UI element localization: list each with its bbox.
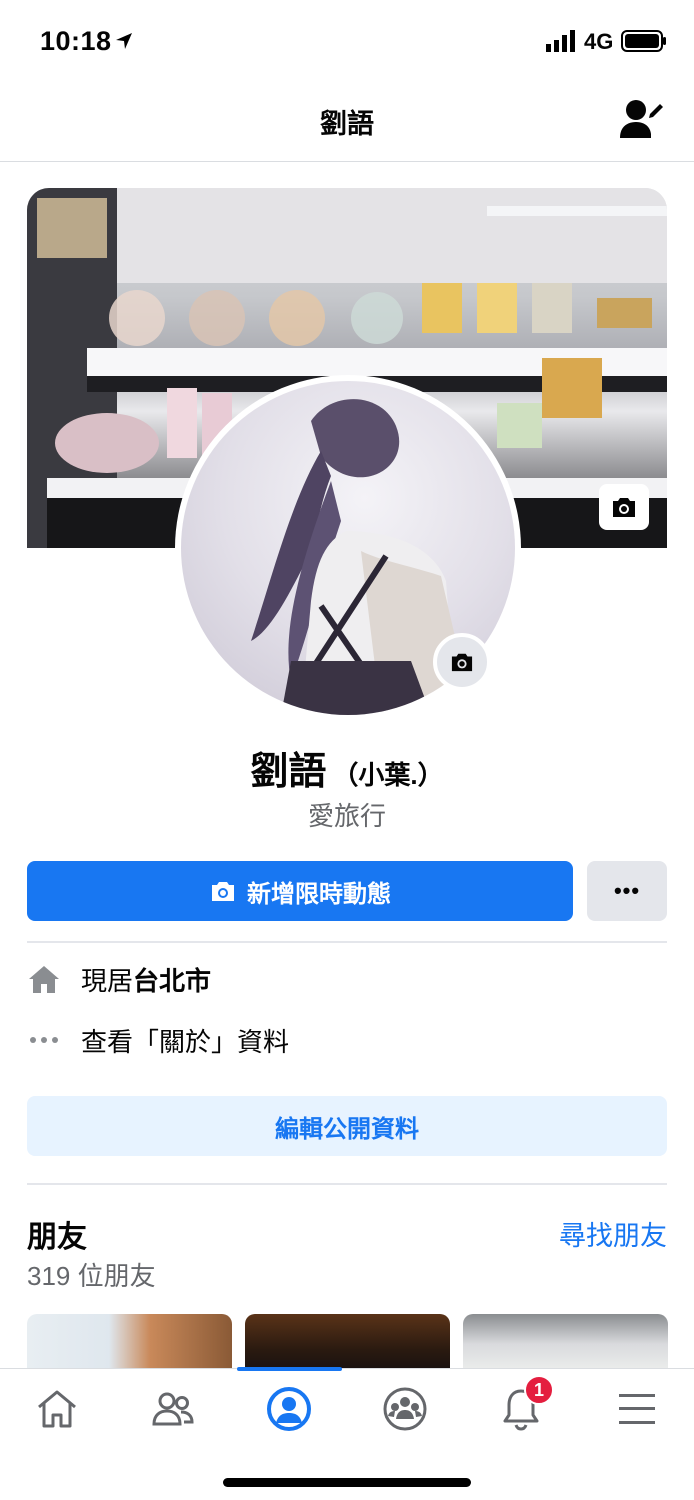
profile-bio: 愛旅行	[307, 801, 386, 831]
friend-thumbnail[interactable]	[463, 1314, 668, 1374]
friend-thumbnail[interactable]	[27, 1314, 232, 1374]
menu-icon	[619, 1394, 655, 1424]
friends-icon	[152, 1392, 194, 1426]
intro-about-label: 查看「關於」資料	[81, 1026, 290, 1057]
groups-icon	[383, 1387, 427, 1431]
home-icon	[38, 1390, 76, 1428]
battery-icon	[621, 30, 666, 52]
nav-profile[interactable]	[249, 1381, 329, 1437]
nav-menu[interactable]	[597, 1381, 677, 1437]
nav-groups[interactable]	[365, 1381, 445, 1437]
add-story-label: 新增限時動態	[247, 880, 391, 908]
edit-profile-user-icon[interactable]	[618, 98, 664, 138]
camera-icon	[212, 882, 234, 901]
home-icon	[27, 962, 61, 996]
profile-icon	[267, 1387, 311, 1431]
find-friends-link[interactable]: 尋找朋友	[559, 1214, 667, 1253]
intro-lives-in: 現居台北市	[27, 959, 667, 999]
home-indicator	[223, 1478, 471, 1487]
more-dots-icon	[27, 1023, 61, 1057]
profile-alternate-name: （小葉.）	[332, 760, 444, 790]
notification-badge: 1	[524, 1375, 554, 1405]
camera-icon	[613, 498, 635, 517]
friend-thumbnail[interactable]	[245, 1314, 450, 1374]
status-bar: 10:18 4G	[0, 0, 694, 80]
nav-home[interactable]	[17, 1381, 97, 1437]
profile-name-text: 劉語	[250, 751, 327, 793]
camera-icon	[451, 653, 473, 672]
intro-about-link[interactable]: 查看「關於」資料	[27, 1020, 667, 1060]
page-title: 劉語	[320, 109, 374, 139]
friends-title: 朋友	[27, 1221, 87, 1254]
nav-friends[interactable]	[133, 1381, 213, 1437]
add-story-button[interactable]: 新增限時動態	[27, 861, 573, 921]
cellular-signal-icon	[546, 30, 575, 52]
cover-camera-button[interactable]	[599, 484, 649, 530]
intro-lives-in-text: 現居台北市	[81, 965, 212, 996]
more-options-button[interactable]: •••	[587, 861, 667, 921]
top-header: 劉語	[0, 80, 694, 162]
divider	[27, 941, 667, 943]
more-dots-label: •••	[613, 878, 641, 903]
divider	[27, 1183, 667, 1185]
location-arrow-icon	[116, 33, 132, 49]
network-type: 4G	[584, 29, 614, 54]
status-time: 10:18	[40, 26, 112, 56]
avatar-camera-button[interactable]	[433, 633, 491, 691]
profile-name: 劉語 （小葉.）	[0, 740, 694, 795]
friends-count: 319 位朋友	[27, 1261, 156, 1291]
active-tab-indicator	[237, 1367, 342, 1371]
edit-profile-button[interactable]: 編輯公開資料	[27, 1096, 667, 1156]
